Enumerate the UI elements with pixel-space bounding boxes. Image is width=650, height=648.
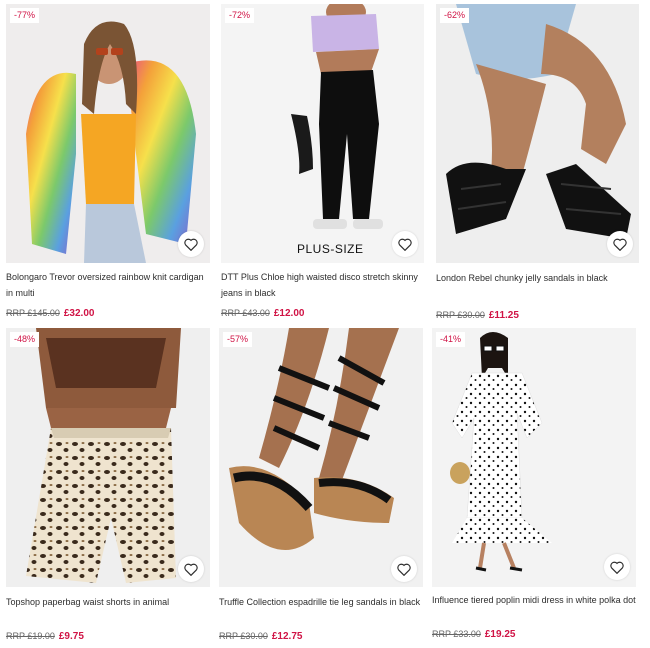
product-image[interactable] bbox=[432, 328, 636, 587]
discount-badge: -72% bbox=[225, 8, 255, 23]
sale-price: £12.75 bbox=[271, 631, 303, 642]
product-image[interactable] bbox=[6, 328, 210, 587]
product-image[interactable] bbox=[436, 4, 639, 263]
price-line: RRP £33.00 £19.25 bbox=[432, 629, 515, 640]
product-image[interactable] bbox=[219, 328, 423, 587]
heart-icon bbox=[397, 563, 411, 576]
discount-badge: -62% bbox=[440, 8, 470, 23]
heart-icon bbox=[184, 563, 198, 576]
heart-icon bbox=[613, 238, 627, 251]
rrp-price: RRP £30.00 bbox=[219, 631, 268, 641]
save-for-later-button[interactable] bbox=[607, 231, 633, 257]
save-for-later-button[interactable] bbox=[178, 231, 204, 257]
product-title[interactable]: London Rebel chunky jelly sandals in bla… bbox=[436, 270, 639, 286]
product-title[interactable]: Topshop paperbag waist shorts in animal bbox=[6, 594, 210, 610]
rrp-price: RRP £33.00 bbox=[432, 629, 481, 639]
sale-price: £12.00 bbox=[273, 308, 305, 319]
discount-badge: -48% bbox=[10, 332, 40, 347]
sale-price: £9.75 bbox=[58, 631, 84, 642]
product-card[interactable]: -72% PLUS-SIZE DTT Plus Chloe high waist… bbox=[221, 4, 424, 324]
product-card[interactable]: -62% London Rebel chunky jelly sandals i… bbox=[436, 4, 639, 324]
product-card[interactable]: -77% Bolongaro Trevor oversized rainbow … bbox=[6, 4, 210, 324]
price-line: RRP £43.00 £12.00 bbox=[221, 308, 304, 319]
product-title[interactable]: Bolongaro Trevor oversized rainbow knit … bbox=[6, 269, 210, 301]
discount-badge: -77% bbox=[10, 8, 40, 23]
save-for-later-button[interactable] bbox=[178, 556, 204, 582]
rrp-price: RRP £30.00 bbox=[436, 310, 485, 320]
price-line: RRP £19.00 £9.75 bbox=[6, 631, 84, 642]
product-image[interactable] bbox=[6, 4, 210, 263]
product-card[interactable]: -41% Influence tiered poplin midi dress … bbox=[432, 328, 636, 646]
sale-price: £11.25 bbox=[488, 310, 519, 321]
heart-icon bbox=[398, 238, 412, 251]
rrp-price: RRP £19.00 bbox=[6, 631, 55, 641]
sale-price: £32.00 bbox=[63, 308, 95, 319]
discount-badge: -57% bbox=[223, 332, 253, 347]
sale-price: £19.25 bbox=[484, 629, 516, 640]
save-for-later-button[interactable] bbox=[604, 554, 630, 580]
product-title[interactable]: Truffle Collection espadrille tie leg sa… bbox=[219, 594, 423, 610]
save-for-later-button[interactable] bbox=[391, 556, 417, 582]
product-image[interactable] bbox=[221, 4, 424, 263]
price-line: RRP £30.00 £11.25 bbox=[436, 310, 519, 321]
discount-badge: -41% bbox=[436, 332, 466, 347]
rrp-price: RRP £43.00 bbox=[221, 308, 270, 318]
price-line: RRP £145.00 £32.00 bbox=[6, 308, 94, 319]
heart-icon bbox=[610, 561, 624, 574]
product-card[interactable]: -48% Topshop paperbag waist shorts in an… bbox=[6, 328, 210, 646]
product-title[interactable]: DTT Plus Chloe high waisted disco stretc… bbox=[221, 269, 424, 301]
product-title[interactable]: Influence tiered poplin midi dress in wh… bbox=[432, 592, 636, 608]
plus-size-tag: PLUS-SIZE bbox=[297, 242, 364, 256]
rrp-price: RRP £145.00 bbox=[6, 308, 60, 318]
price-line: RRP £30.00 £12.75 bbox=[219, 631, 302, 642]
product-card[interactable]: -57% Truffle Collection espadrille tie l… bbox=[219, 328, 423, 646]
heart-icon bbox=[184, 238, 198, 251]
save-for-later-button[interactable] bbox=[392, 231, 418, 257]
